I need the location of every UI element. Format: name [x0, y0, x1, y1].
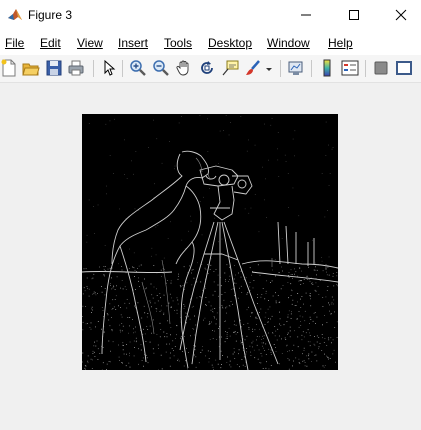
menu-insert-label: Insert: [118, 36, 149, 50]
brush-dropdown-icon[interactable]: [264, 59, 274, 77]
close-icon: [395, 9, 407, 21]
menu-view-label: View: [77, 36, 103, 50]
menu-help-label: Help: [328, 36, 353, 50]
toolbar-separator: [280, 60, 281, 77]
figure-toolbar: [0, 55, 421, 83]
menu-tools[interactable]: Tools: [164, 36, 192, 50]
save-figure-icon[interactable]: [45, 59, 63, 77]
minimize-button[interactable]: [283, 0, 329, 30]
new-figure-icon[interactable]: [0, 59, 18, 77]
menu-bar: File Edit View Insert Tools Desktop Wind…: [0, 30, 421, 74]
toolbar-separator: [365, 60, 366, 77]
zoom-in-icon[interactable]: [129, 59, 147, 77]
menu-view[interactable]: View: [77, 36, 103, 50]
brush-icon[interactable]: [244, 59, 262, 77]
toolbar-separator: [93, 60, 94, 77]
print-figure-icon[interactable]: [67, 59, 85, 77]
zoom-out-icon[interactable]: [152, 59, 170, 77]
pan-hand-icon[interactable]: [175, 59, 193, 77]
matlab-logo-icon: [7, 7, 23, 23]
menu-file[interactable]: File: [5, 36, 24, 50]
edit-plot-arrow-icon[interactable]: [100, 59, 118, 77]
menu-help[interactable]: Help: [328, 36, 353, 50]
maximize-icon: [349, 10, 359, 20]
menu-edit[interactable]: Edit: [40, 36, 61, 50]
menu-window[interactable]: Window: [267, 36, 310, 50]
hide-plot-tools-icon[interactable]: [372, 59, 390, 77]
open-file-icon[interactable]: [22, 59, 40, 77]
show-plot-tools-icon[interactable]: [395, 59, 413, 77]
menu-tools-label: Tools: [164, 36, 193, 50]
toolbar-separator: [122, 60, 123, 77]
close-button[interactable]: [378, 0, 421, 30]
rotate-3d-icon[interactable]: [198, 59, 216, 77]
menu-desktop-label: Desktop: [208, 36, 253, 50]
menu-desktop[interactable]: Desktop: [208, 36, 252, 50]
menu-insert[interactable]: Insert: [118, 36, 148, 50]
insert-colorbar-icon[interactable]: [318, 59, 336, 77]
edge-detected-image: [82, 114, 338, 370]
link-plot-icon[interactable]: [287, 59, 305, 77]
menu-file-label: File: [5, 36, 25, 50]
title-bar: Figure 3: [0, 0, 421, 30]
menu-edit-label: Edit: [40, 36, 61, 50]
window-title: Figure 3: [28, 8, 73, 22]
data-cursor-icon[interactable]: [221, 59, 239, 77]
minimize-icon: [301, 14, 311, 16]
insert-legend-icon[interactable]: [341, 59, 359, 77]
menu-window-label: Window: [267, 36, 310, 50]
maximize-button[interactable]: [331, 0, 377, 30]
toolbar-separator: [311, 60, 312, 77]
